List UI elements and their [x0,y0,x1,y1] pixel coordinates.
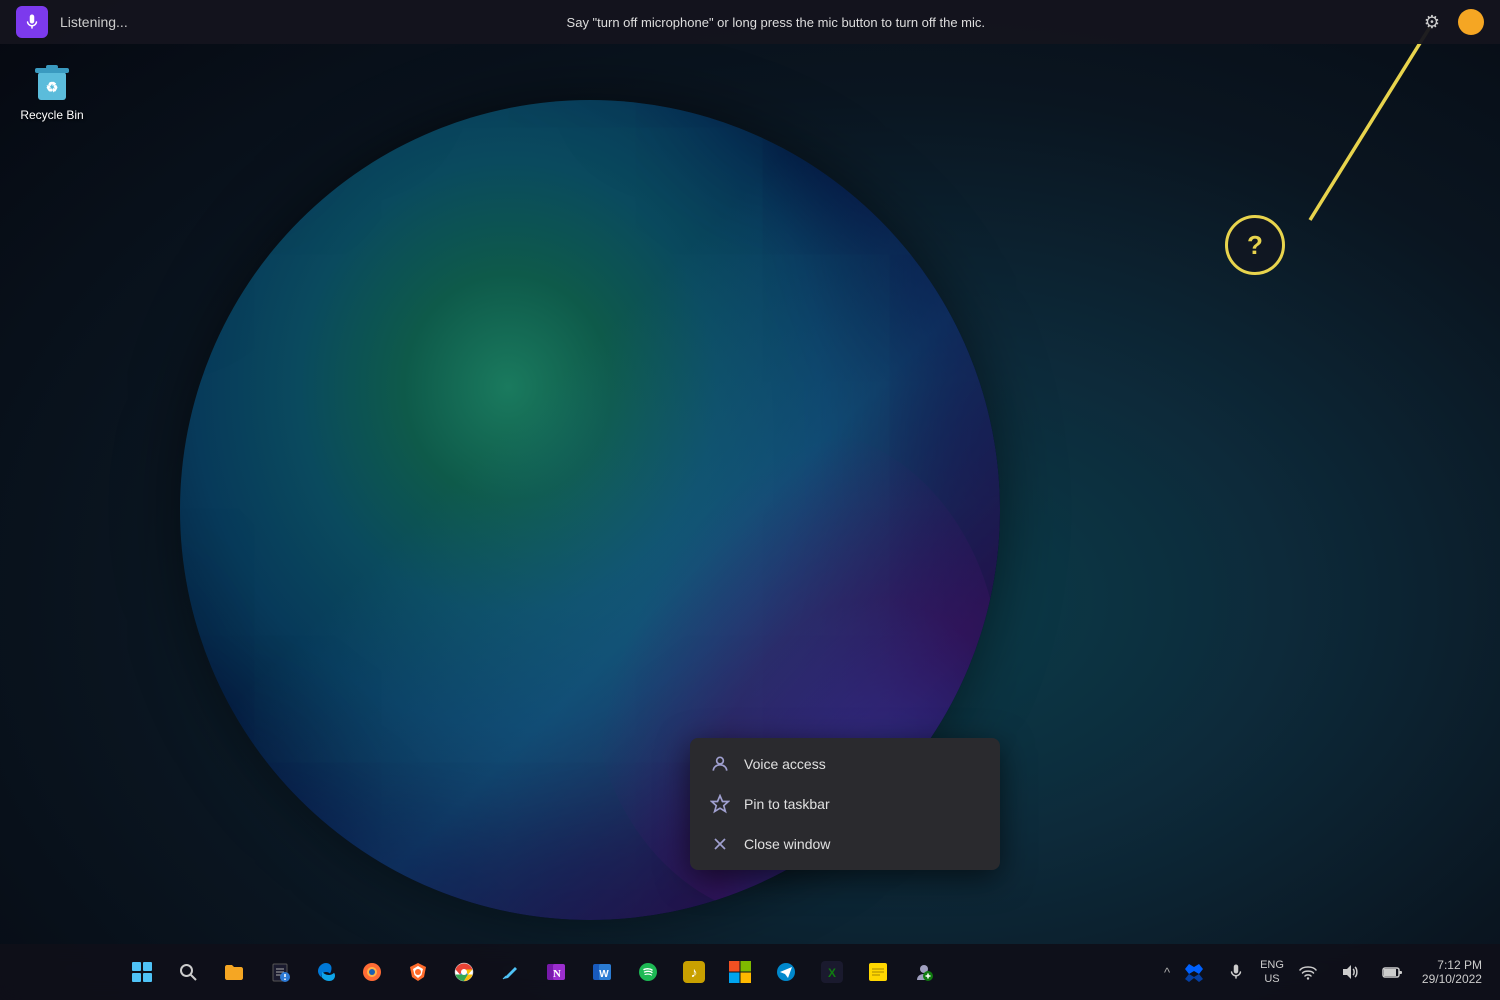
arrow-annotation [1210,22,1440,232]
clock-time: 7:12 PM [1437,958,1482,972]
menu-item-pin-taskbar[interactable]: Pin to taskbar [690,784,1000,824]
settings-icon[interactable]: ⚙ [1424,12,1440,33]
user-avatar[interactable] [1458,9,1484,35]
mic-button[interactable] [16,6,48,38]
dropbox-tray-icon[interactable] [1176,954,1212,990]
voice-access-icon [710,754,730,774]
taskbar-firefox[interactable] [350,950,394,994]
menu-item-pin-taskbar-label: Pin to taskbar [744,796,830,812]
battery-icon[interactable] [1374,954,1410,990]
voice-instruction-text: Say "turn off microphone" or long press … [140,15,1412,30]
taskbar-search-button[interactable] [166,950,210,994]
taskbar-sticky-notes[interactable] [856,950,900,994]
taskbar-system-tray: ^ ENG US [1164,954,1488,990]
volume-icon[interactable] [1332,954,1368,990]
taskbar: N W [0,944,1500,1000]
help-button[interactable]: ? [1225,215,1285,275]
svg-text:♪: ♪ [690,964,697,980]
pin-taskbar-icon [710,794,730,814]
menu-item-voice-access-label: Voice access [744,756,826,772]
menu-item-close-window[interactable]: Close window [690,824,1000,864]
taskbar-ms-store[interactable] [718,950,762,994]
lang-top: ENG [1260,958,1284,972]
taskbar-start-button[interactable] [120,950,164,994]
taskbar-edge[interactable] [304,950,348,994]
tray-chevron[interactable]: ^ [1164,965,1170,980]
svg-text:N: N [553,968,561,980]
svg-text:X: X [828,966,836,980]
language-indicator[interactable]: ENG US [1260,958,1284,987]
microphone-icon [23,13,41,31]
taskbar-chrome[interactable] [442,950,486,994]
taskbar-telegram[interactable] [764,950,808,994]
taskbar-music-app[interactable]: ♪ [672,950,716,994]
taskbar-file-explorer[interactable] [212,950,256,994]
taskbar-people[interactable] [902,950,946,994]
taskbar-word[interactable]: W [580,950,624,994]
svg-text:W: W [599,969,609,980]
voice-toolbar: Listening... Say "turn off microphone" o… [0,0,1500,44]
desktop: Listening... Say "turn off microphone" o… [0,0,1500,1000]
taskbar-pen-app[interactable] [488,950,532,994]
toolbar-right-area: ⚙ [1424,9,1484,35]
close-window-icon [710,834,730,854]
taskbar-onenote[interactable]: N [534,950,578,994]
system-clock[interactable]: 7:12 PM 29/10/2022 [1416,956,1488,988]
menu-item-close-window-label: Close window [744,836,830,852]
taskbar-spotify[interactable] [626,950,670,994]
svg-text:♻: ♻ [46,79,59,95]
recycle-bin-svg: ♻ [28,56,76,104]
context-menu: Voice access Pin to taskbar Close window [690,738,1000,870]
menu-item-voice-access[interactable]: Voice access [690,744,1000,784]
taskbar-center-icons: N W [120,950,946,994]
recycle-bin-label: Recycle Bin [20,108,83,124]
recycle-bin-icon[interactable]: ♻ Recycle Bin [10,52,94,128]
wifi-icon[interactable] [1290,954,1326,990]
mic-tray-icon[interactable] [1218,954,1254,990]
taskbar-xbox[interactable]: X [810,950,854,994]
taskbar-brave[interactable] [396,950,440,994]
listening-label: Listening... [60,14,128,30]
lang-bottom: US [1264,972,1279,986]
clock-date: 29/10/2022 [1422,972,1482,986]
taskbar-notepad[interactable] [258,950,302,994]
